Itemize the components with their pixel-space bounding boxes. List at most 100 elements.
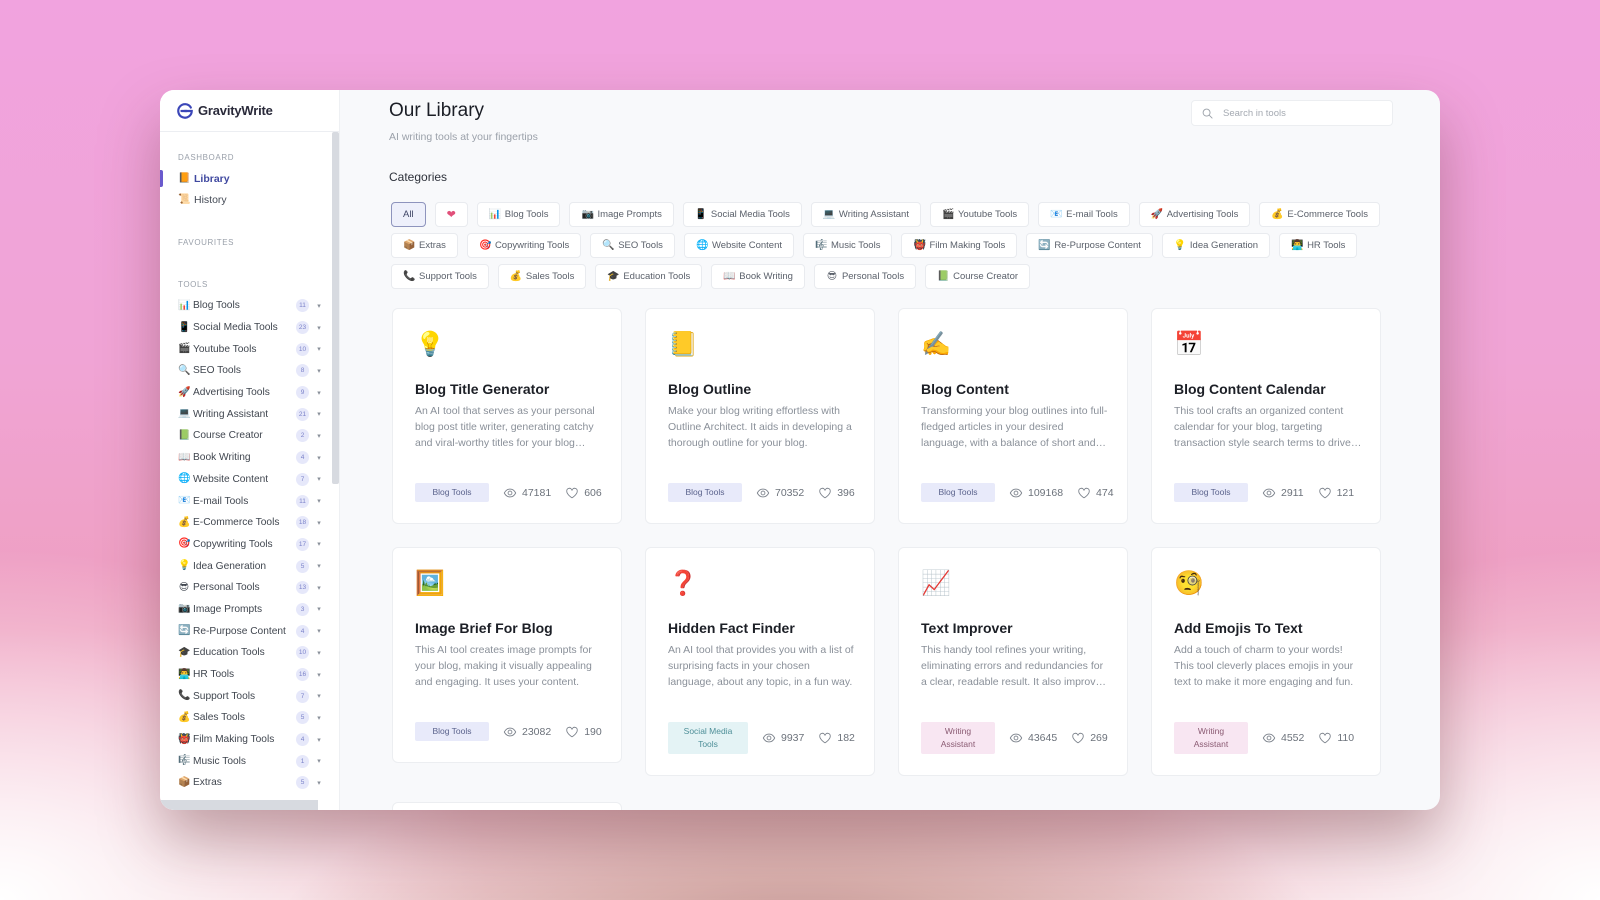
- chevron-down-icon[interactable]: ▾: [315, 779, 323, 787]
- sidebar-horizontal-scrollbar[interactable]: [160, 800, 318, 810]
- chip-film-making-tools[interactable]: 👹 Film Making Tools: [901, 233, 1018, 258]
- tool-card[interactable]: ❓ Hidden Fact Finder An AI tool that provi…: [645, 547, 875, 776]
- likes-stat[interactable]: 396: [818, 486, 855, 500]
- sidebar-tool-website-content[interactable]: 🌐 Website Content 7 ▾: [160, 469, 329, 491]
- chevron-down-icon[interactable]: ▾: [315, 649, 323, 657]
- chevron-down-icon[interactable]: ▾: [315, 757, 323, 765]
- category-tag[interactable]: Social Media Tools: [668, 722, 748, 754]
- sidebar-item-library[interactable]: 📙 Library: [160, 168, 329, 189]
- chevron-down-icon[interactable]: ▾: [315, 454, 323, 462]
- chip-all[interactable]: All: [391, 202, 426, 227]
- sidebar-tool-support-tools[interactable]: 📞 Support Tools 7 ▾: [160, 685, 329, 707]
- chip-website-content[interactable]: 🌐 Website Content: [683, 233, 794, 258]
- chip-hr-tools[interactable]: 👨‍💻 HR Tools: [1279, 233, 1358, 258]
- chevron-down-icon[interactable]: ▾: [315, 540, 323, 548]
- sidebar-tool-writing-assistant[interactable]: 💻 Writing Assistant 21 ▾: [160, 403, 329, 425]
- chip-education-tools[interactable]: 🎓 Education Tools: [595, 264, 703, 289]
- chevron-down-icon[interactable]: ▾: [315, 324, 323, 332]
- heart-outline-icon[interactable]: [1077, 486, 1091, 500]
- chip-course-creator[interactable]: 📗 Course Creator: [925, 264, 1031, 289]
- sidebar-tool-copywriting-tools[interactable]: 🎯 Copywriting Tools 17 ▾: [160, 534, 329, 556]
- tool-card[interactable]: 📈 Text Improver This handy tool refines yo…: [898, 547, 1128, 776]
- chevron-down-icon[interactable]: ▾: [315, 519, 323, 527]
- chevron-down-icon[interactable]: ▾: [315, 410, 323, 418]
- heart-outline-icon[interactable]: [1071, 731, 1085, 745]
- chip-support-tools[interactable]: 📞 Support Tools: [391, 264, 489, 289]
- chip-sales-tools[interactable]: 💰 Sales Tools: [497, 264, 587, 289]
- chevron-down-icon[interactable]: ▾: [315, 584, 323, 592]
- sidebar-tool-blog-tools[interactable]: 📊 Blog Tools 11 ▾: [160, 295, 329, 317]
- sidebar-tool-advertising-tools[interactable]: 🚀 Advertising Tools 9 ▾: [160, 382, 329, 404]
- chip-e-commerce-tools[interactable]: 💰 E-Commerce Tools: [1259, 202, 1380, 227]
- heart-outline-icon[interactable]: [818, 486, 832, 500]
- chevron-down-icon[interactable]: ▾: [315, 389, 323, 397]
- likes-stat[interactable]: 121: [1318, 486, 1354, 500]
- chip-blog-tools[interactable]: 📊 Blog Tools: [476, 202, 561, 227]
- chevron-down-icon[interactable]: ▾: [315, 497, 323, 505]
- sidebar-tool-re-purpose-content[interactable]: 🔄 Re-Purpose Content 4 ▾: [160, 620, 329, 642]
- chip-seo-tools[interactable]: 🔍 SEO Tools: [590, 233, 675, 258]
- chevron-down-icon[interactable]: ▾: [315, 627, 323, 635]
- chevron-down-icon[interactable]: ▾: [315, 692, 323, 700]
- chevron-down-icon[interactable]: ▾: [315, 736, 323, 744]
- chip-favourites[interactable]: ❤: [434, 202, 468, 227]
- likes-stat[interactable]: 182: [818, 731, 855, 745]
- category-tag[interactable]: Writing Assistant: [1174, 722, 1248, 754]
- heart-outline-icon[interactable]: [1318, 486, 1332, 500]
- sidebar-tool-e-mail-tools[interactable]: 📧 E-mail Tools 11 ▾: [160, 490, 329, 512]
- chevron-down-icon[interactable]: ▾: [315, 367, 323, 375]
- chip-youtube-tools[interactable]: 🎬 Youtube Tools: [929, 202, 1030, 227]
- tool-card[interactable]: 📒 Blog Outline Make your blog writing effo…: [645, 308, 875, 524]
- category-tag[interactable]: Blog Tools: [668, 483, 742, 502]
- search-input[interactable]: [1223, 107, 1373, 119]
- tool-card[interactable]: 🧐 Add Emojis To Text Add a touch of charm …: [1151, 547, 1381, 776]
- heart-outline-icon[interactable]: [818, 731, 832, 745]
- category-tag[interactable]: Blog Tools: [415, 722, 489, 741]
- sidebar-tool-hr-tools[interactable]: 👨‍💻 HR Tools 16 ▾: [160, 664, 329, 686]
- chevron-down-icon[interactable]: ▾: [315, 605, 323, 613]
- sidebar-vertical-scrollbar[interactable]: [332, 132, 339, 484]
- tool-card[interactable]: ✍️ Blog Content Transforming your blog out…: [898, 308, 1128, 524]
- chevron-down-icon[interactable]: ▾: [315, 432, 323, 440]
- sidebar-tool-book-writing[interactable]: 📖 Book Writing 4 ▾: [160, 447, 329, 469]
- likes-stat[interactable]: 606: [565, 486, 602, 500]
- likes-stat[interactable]: 474: [1077, 486, 1114, 500]
- sidebar-tool-personal-tools[interactable]: 😎 Personal Tools 13 ▾: [160, 577, 329, 599]
- chip-re-purpose-content[interactable]: 🔄 Re-Purpose Content: [1026, 233, 1153, 258]
- chevron-down-icon[interactable]: ▾: [315, 562, 323, 570]
- tool-card-partial[interactable]: [392, 802, 622, 810]
- heart-outline-icon[interactable]: [565, 725, 579, 739]
- chip-advertising-tools[interactable]: 🚀 Advertising Tools: [1138, 202, 1251, 227]
- sidebar-tool-film-making-tools[interactable]: 👹 Film Making Tools 4 ▾: [160, 729, 329, 751]
- chip-idea-generation[interactable]: 💡 Idea Generation: [1161, 233, 1271, 258]
- chevron-down-icon[interactable]: ▾: [315, 302, 323, 310]
- sidebar-tool-music-tools[interactable]: 🎼 Music Tools 1 ▾: [160, 750, 329, 772]
- chip-extras[interactable]: 📦 Extras: [391, 233, 458, 258]
- sidebar-tool-social-media-tools[interactable]: 📱 Social Media Tools 23 ▾: [160, 317, 329, 339]
- chip-social-media-tools[interactable]: 📱 Social Media Tools: [682, 202, 802, 227]
- chevron-down-icon[interactable]: ▾: [315, 671, 323, 679]
- chip-book-writing[interactable]: 📖 Book Writing: [711, 264, 805, 289]
- chevron-down-icon[interactable]: ▾: [315, 345, 323, 353]
- chip-image-prompts[interactable]: 📷 Image Prompts: [569, 202, 674, 227]
- category-tag[interactable]: Blog Tools: [415, 483, 489, 502]
- sidebar-tool-sales-tools[interactable]: 💰 Sales Tools 5 ▾: [160, 707, 329, 729]
- search-box[interactable]: [1191, 100, 1393, 126]
- tool-card[interactable]: 🖼️ Image Brief For Blog This AI tool creat…: [392, 547, 622, 763]
- sidebar-tool-youtube-tools[interactable]: 🎬 Youtube Tools 10 ▾: [160, 338, 329, 360]
- chevron-down-icon[interactable]: ▾: [315, 475, 323, 483]
- sidebar-tool-e-commerce-tools[interactable]: 💰 E-Commerce Tools 18 ▾: [160, 512, 329, 534]
- category-tag[interactable]: Writing Assistant: [921, 722, 995, 754]
- chip-personal-tools[interactable]: 😎 Personal Tools: [813, 264, 917, 289]
- tool-card[interactable]: 💡 Blog Title Generator An AI tool that ser…: [392, 308, 622, 524]
- chip-music-tools[interactable]: 🎼 Music Tools: [803, 233, 893, 258]
- heart-outline-icon[interactable]: [1318, 731, 1332, 745]
- sidebar-tool-seo-tools[interactable]: 🔍 SEO Tools 8 ▾: [160, 360, 329, 382]
- chevron-down-icon[interactable]: ▾: [315, 714, 323, 722]
- tool-card[interactable]: 📅 Blog Content Calendar This tool crafts a…: [1151, 308, 1381, 524]
- sidebar-tool-education-tools[interactable]: 🎓 Education Tools 10 ▾: [160, 642, 329, 664]
- chip-writing-assistant[interactable]: 💻 Writing Assistant: [810, 202, 921, 227]
- sidebar-tool-extras[interactable]: 📦 Extras 5 ▾: [160, 772, 329, 794]
- heart-outline-icon[interactable]: [565, 486, 579, 500]
- brand[interactable]: GravityWrite: [160, 90, 339, 132]
